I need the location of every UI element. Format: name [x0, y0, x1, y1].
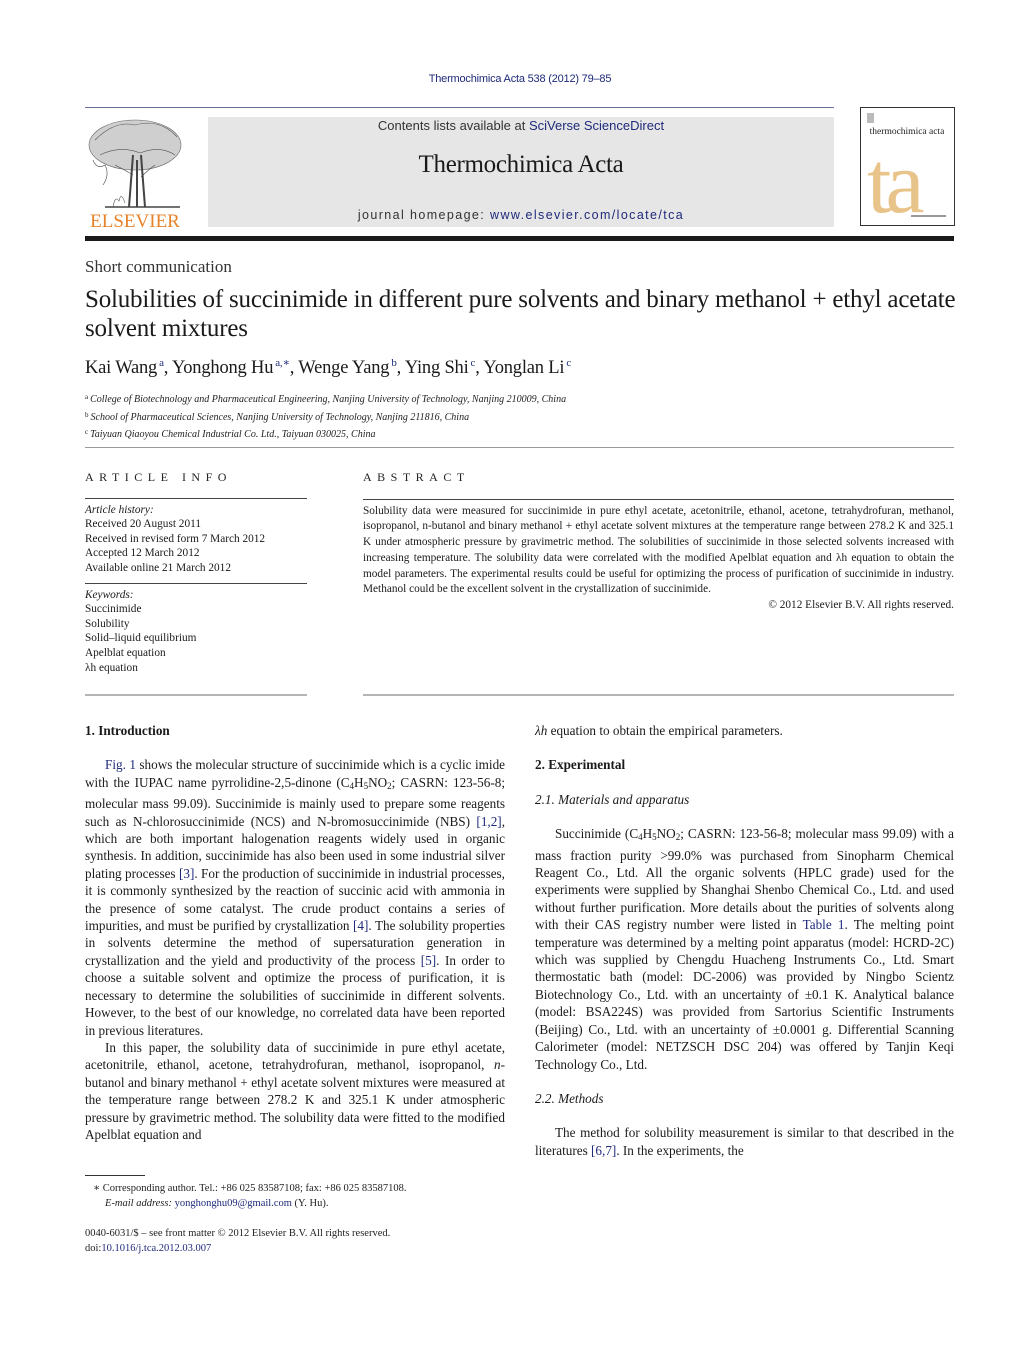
doi-link[interactable]: 10.1016/j.tca.2012.03.007	[101, 1243, 211, 1254]
author[interactable]: Kai Wang a	[85, 357, 164, 378]
affiliation: b School of Pharmaceutical Sciences, Nanj…	[85, 410, 470, 423]
header-thick-rule	[85, 236, 954, 241]
author[interactable]: Wenge Yang b	[298, 357, 397, 378]
footnote: ∗ Corresponding author. Tel.: +86 025 83…	[85, 1175, 515, 1211]
author[interactable]: Yonghong Hu a,∗	[172, 357, 290, 378]
section-heading: 1. Introduction	[85, 723, 170, 738]
subsection-heading: 2.2. Methods	[535, 1090, 604, 1106]
homepage-link[interactable]: www.elsevier.com/locate/tca	[490, 208, 684, 222]
section-heading: 2. Experimental	[535, 757, 626, 773]
keyword: Solid–liquid equilibrium	[85, 632, 197, 645]
affiliation-marker[interactable]: a	[159, 357, 164, 369]
history-item: Accepted 12 March 2012	[85, 547, 200, 560]
table-link[interactable]: Table 1	[803, 917, 845, 932]
affiliations: a College of Biotechnology and Pharmaceut…	[85, 390, 566, 443]
article-title: Solubilities of succinimide in different…	[85, 286, 956, 342]
email-line: E-mail address: yonghonghu09@gmail.com (…	[105, 1197, 329, 1209]
divider	[363, 498, 954, 500]
article-info: ARTICLE INFO Article history: Received 2…	[85, 470, 307, 675]
keyword: Succinimide	[85, 603, 142, 616]
divider	[85, 447, 954, 448]
issn-line: 0040-6031/$ – see front matter © 2012 El…	[85, 1228, 391, 1239]
paragraph: In this paper, the solubility data of su…	[85, 1039, 505, 1142]
svg-text:ta: ta	[867, 135, 923, 225]
keyword: Apelblat equation	[85, 646, 166, 659]
history-label: Article history:	[85, 503, 154, 516]
citation-link[interactable]: [1,2]	[476, 814, 501, 829]
affiliation-marker[interactable]: a,∗	[275, 357, 290, 369]
abstract: ABSTRACT Solubility data were measured f…	[363, 470, 954, 614]
affiliation: c Taiyuan Qiaoyou Chemical Industrial Co.…	[85, 428, 376, 440]
article-info-heading: ARTICLE INFO	[85, 470, 232, 484]
abstract-copyright: © 2012 Elsevier B.V. All rights reserved…	[768, 598, 954, 611]
divider	[85, 694, 307, 696]
history-item: Available online 21 March 2012	[85, 561, 231, 574]
email-link[interactable]: yonghonghu09@gmail.com	[175, 1198, 292, 1209]
doi-line: doi:10.1016/j.tca.2012.03.007	[85, 1243, 212, 1254]
keywords-label: Keywords:	[85, 588, 134, 601]
bottom-meta: 0040-6031/$ – see front matter © 2012 El…	[85, 1226, 390, 1256]
sciencedirect-link[interactable]: SciVerse ScienceDirect	[529, 118, 664, 133]
article-type: Short communication	[85, 257, 232, 276]
citation-link[interactable]: [6,7]	[591, 1143, 616, 1158]
affiliation-marker[interactable]: c	[471, 357, 476, 369]
author[interactable]: Ying Shi c	[405, 357, 476, 378]
right-column: λh equation to obtain the empirical para…	[535, 722, 954, 1159]
paragraph-continued: λh equation to obtain the empirical para…	[535, 723, 783, 738]
journal-title: Thermochimica Acta	[418, 151, 624, 178]
journal-banner: Contents lists available at SciVerse Sci…	[208, 117, 834, 227]
header-rule	[85, 107, 834, 108]
citation-link[interactable]: [3]	[179, 866, 194, 881]
affiliation-marker[interactable]: c	[566, 357, 571, 369]
history-item: Received in revised form 7 March 2012	[85, 532, 266, 545]
elsevier-logo[interactable]: ELSEVIER	[85, 115, 185, 232]
svg-text:ELSEVIER: ELSEVIER	[90, 211, 180, 230]
svg-text:thermochimica acta: thermochimica acta	[870, 127, 945, 137]
journal-cover-icon: ta thermochimica acta	[867, 113, 946, 225]
citation-link[interactable]: [5]	[421, 953, 436, 968]
affiliation: a College of Biotechnology and Pharmaceut…	[85, 393, 567, 405]
divider	[85, 497, 307, 499]
divider	[85, 582, 307, 584]
divider	[363, 694, 954, 696]
journal-reference[interactable]: Thermochimica Acta 538 (2012) 79–85	[0, 73, 1021, 85]
citation-link[interactable]: [4]	[353, 918, 368, 933]
affiliation-marker[interactable]: b	[391, 357, 397, 369]
journal-cover[interactable]: ta thermochimica acta	[860, 107, 955, 226]
left-column: 1. Introduction Fig. 1 shows the molecul…	[85, 722, 505, 1143]
keyword: Solubility	[85, 617, 130, 630]
paragraph: Succinimide (C4H5NO2; CASRN: 123-56-8; m…	[535, 826, 954, 1072]
elsevier-tree-icon: ELSEVIER	[88, 119, 182, 232]
history-item: Received 20 August 2011	[85, 518, 201, 531]
contents-line: Contents lists available at SciVerse Sci…	[377, 118, 665, 133]
paragraph: Fig. 1 shows the molecular structure of …	[85, 757, 506, 1038]
keyword: λh equation	[85, 661, 138, 674]
homepage-line: journal homepage: www.elsevier.com/locat…	[357, 208, 685, 222]
figure-link[interactable]: Fig. 1	[105, 757, 136, 772]
footnote-rule	[85, 1175, 145, 1176]
paragraph: The method for solubility measurement is…	[535, 1125, 954, 1158]
abstract-text: Solubility data were measured for succin…	[363, 504, 954, 596]
abstract-heading: ABSTRACT	[363, 470, 470, 484]
author-list: Kai Wang a, Yonghong Hu a,∗, Wenge Yang b, …	[85, 357, 572, 378]
subsection-heading: 2.1. Materials and apparatus	[535, 791, 690, 807]
author[interactable]: Yonglan Li c	[483, 357, 571, 378]
corresponding-author-note: ∗ Corresponding author. Tel.: +86 025 83…	[93, 1183, 407, 1194]
